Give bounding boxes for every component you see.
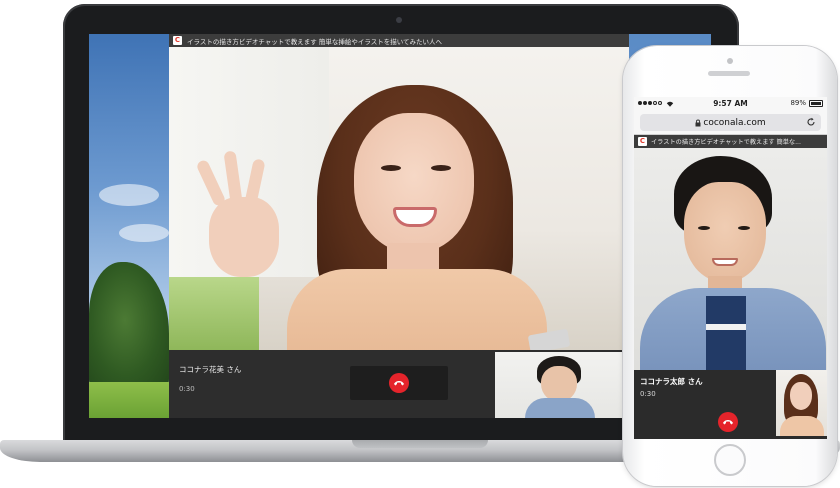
- wallpaper-grass: [89, 382, 169, 418]
- battery-percent: 89%: [790, 99, 806, 107]
- hangup-icon: [389, 373, 409, 393]
- phone-speaker: [708, 71, 750, 76]
- url-text: coconala.com: [703, 117, 766, 128]
- remote-person-hand: [209, 197, 279, 277]
- video-chat-window: C イラストの描き方ビデオチャットで教えます 簡単な挿絵やイラストを描いてみたい…: [169, 34, 629, 418]
- phone-caller-name: ココナラ太郎 さん: [640, 377, 703, 386]
- phone-self-video-preview: [776, 370, 827, 436]
- wallpaper-cloud: [99, 184, 159, 206]
- laptop-screen: C イラストの描き方ビデオチャットで教えます 簡単な挿絵やイラストを描いてみたい…: [89, 34, 711, 418]
- phone-hangup-button[interactable]: [718, 412, 738, 432]
- call-timer: 0:30: [179, 385, 195, 393]
- phone-page-header: C イラストの描き方ビデオチャットで教えます 簡単な...: [634, 135, 827, 148]
- phone-remote-person-shirt-stripe: [706, 324, 746, 330]
- phone-call-timer: 0:30: [640, 390, 656, 398]
- remote-person-eye: [431, 165, 451, 171]
- phone-remote-person-face: [684, 182, 766, 282]
- laptop-notch: [352, 440, 488, 448]
- laptop-camera: [396, 17, 402, 23]
- safari-url-bar: coconala.com: [634, 111, 827, 135]
- remote-video-feed: [169, 47, 629, 350]
- phone-call-control-bar: ココナラ太郎 さん 0:30: [634, 370, 827, 439]
- self-person-face: [541, 366, 577, 402]
- phone-remote-person-eye: [738, 226, 750, 230]
- phone-remote-person-smile: [712, 258, 738, 266]
- coconala-favicon-icon: C: [638, 137, 647, 146]
- phone-home-button[interactable]: [714, 444, 746, 476]
- browser-titlebar: C イラストの描き方ビデオチャットで教えます 簡単な挿絵やイラストを描いてみたい…: [169, 34, 629, 47]
- battery-icon: [809, 99, 823, 107]
- phone-page-title: イラストの描き方ビデオチャットで教えます 簡単な...: [651, 139, 801, 146]
- browser-tab-title[interactable]: イラストの描き方ビデオチャットで教えます 簡単な挿絵やイラストを描いてみたい人へ: [187, 36, 442, 46]
- lock-icon: [695, 119, 701, 126]
- self-person-shirt: [525, 398, 595, 418]
- video-background-lawn: [169, 277, 259, 350]
- remote-person-face: [354, 113, 474, 253]
- coconala-favicon-icon: C: [173, 36, 182, 45]
- reload-icon[interactable]: [806, 117, 816, 127]
- caller-name: ココナラ花美 さん: [179, 365, 242, 374]
- remote-person-eye: [381, 165, 401, 171]
- self-video-preview: [495, 352, 629, 418]
- hangup-button[interactable]: [350, 366, 448, 400]
- phone-self-person-face: [790, 382, 812, 410]
- phone-screen: 9:57 AM 89% coconala.com C イラストの描き方ビデオチャ…: [634, 97, 827, 439]
- phone-remote-video-feed: [634, 148, 827, 370]
- phone-remote-person-eye: [698, 226, 710, 230]
- phone-camera: [727, 58, 733, 64]
- remote-person-top: [287, 269, 547, 350]
- hangup-icon: [723, 420, 733, 425]
- ios-status-bar: 9:57 AM 89%: [634, 97, 827, 111]
- phone-remote-person-shirt: [706, 296, 746, 370]
- phone-self-person-top: [780, 416, 824, 436]
- status-right: 89%: [790, 99, 823, 107]
- call-control-bar: ココナラ花美 さん 0:30: [169, 350, 629, 418]
- address-field[interactable]: coconala.com: [640, 114, 821, 131]
- wallpaper-cloud: [119, 224, 169, 242]
